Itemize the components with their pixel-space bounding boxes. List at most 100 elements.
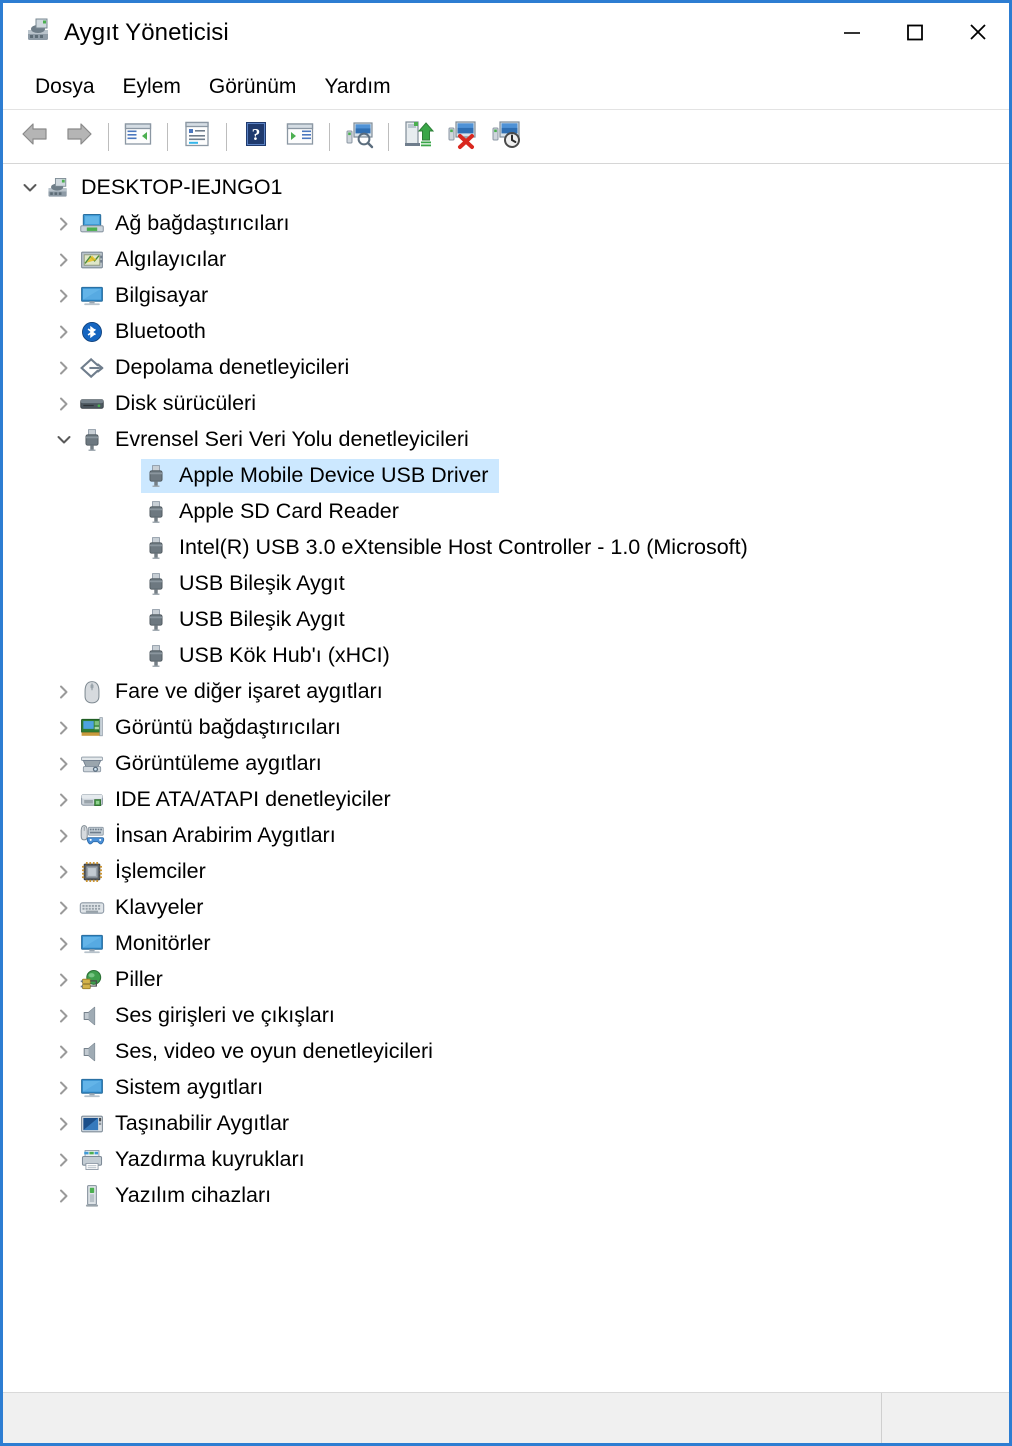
tree-item-content[interactable]: Monitörler (77, 927, 222, 961)
tree-item-content[interactable]: DESKTOP-IEJNGO1 (43, 171, 294, 205)
tree-item[interactable]: Yazılım cihazları (3, 1178, 1009, 1214)
tree-item[interactable]: Depolama denetleyicileri (3, 350, 1009, 386)
tree-item-content[interactable]: Bilgisayar (77, 279, 219, 313)
tree-item[interactable]: IDE ATA/ATAPI denetleyiciler (3, 782, 1009, 818)
tree-item[interactable]: Görüntü bağdaştırıcıları (3, 710, 1009, 746)
tree-item-content[interactable]: Ses girişleri ve çıkışları (77, 999, 346, 1033)
chevron-right-icon[interactable] (51, 359, 77, 377)
uninstall-device-button[interactable] (440, 115, 484, 159)
tree-item-content[interactable]: Yazılım cihazları (77, 1179, 282, 1213)
chevron-down-icon[interactable] (51, 431, 77, 449)
tree-item[interactable]: Bluetooth (3, 314, 1009, 350)
chevron-right-icon[interactable] (51, 755, 77, 773)
tree-item-content[interactable]: Klavyeler (77, 891, 214, 925)
tree-item[interactable]: Apple SD Card Reader (3, 494, 1009, 530)
chevron-right-icon[interactable] (51, 971, 77, 989)
tree-item-content[interactable]: Yazdırma kuyrukları (77, 1143, 316, 1177)
chevron-right-icon[interactable] (51, 1115, 77, 1133)
tree-item[interactable]: Sistem aygıtları (3, 1070, 1009, 1106)
tree-item-content[interactable]: İşlemciler (77, 855, 217, 889)
tree-item[interactable]: Bilgisayar (3, 278, 1009, 314)
tree-item[interactable]: USB Kök Hub'ı (xHCI) (3, 638, 1009, 674)
tree-item[interactable]: Klavyeler (3, 890, 1009, 926)
menu-item-gorunum[interactable]: Görünüm (195, 71, 311, 103)
chevron-right-icon[interactable] (51, 215, 77, 233)
chevron-right-icon[interactable] (51, 935, 77, 953)
chevron-right-icon[interactable] (51, 1079, 77, 1097)
chevron-right-icon[interactable] (51, 827, 77, 845)
chevron-right-icon[interactable] (51, 863, 77, 881)
tree-item[interactable]: Görüntüleme aygıtları (3, 746, 1009, 782)
tree-item[interactable]: Ses, video ve oyun denetleyicileri (3, 1034, 1009, 1070)
tree-item-selected[interactable]: Apple Mobile Device USB Driver (141, 459, 500, 493)
tree-item-content[interactable]: Ağ bağdaştırıcıları (77, 207, 300, 241)
tree-item-content[interactable]: Evrensel Seri Veri Yolu denetleyicileri (77, 423, 480, 457)
chevron-right-icon[interactable] (51, 1187, 77, 1205)
tree-item-content[interactable]: Taşınabilir Aygıtlar (77, 1107, 300, 1141)
tree-item[interactable]: USB Bileşik Aygıt (3, 566, 1009, 602)
tree-item[interactable]: Evrensel Seri Veri Yolu denetleyicileri (3, 422, 1009, 458)
back-button[interactable] (13, 115, 57, 159)
tree-item[interactable]: İnsan Arabirim Aygıtları (3, 818, 1009, 854)
tree-item-content[interactable]: Disk sürücüleri (77, 387, 267, 421)
tree-item[interactable]: Disk sürücüleri (3, 386, 1009, 422)
tree-item-content[interactable]: Algılayıcılar (77, 243, 237, 277)
tree-item[interactable]: USB Bileşik Aygıt (3, 602, 1009, 638)
show-hide-action-pane-button[interactable] (278, 115, 322, 159)
tree-item-content[interactable]: Intel(R) USB 3.0 eXtensible Host Control… (141, 531, 759, 565)
tree-item-content[interactable]: IDE ATA/ATAPI denetleyiciler (77, 783, 402, 817)
menu-item-dosya[interactable]: Dosya (21, 71, 109, 103)
minimize-button[interactable] (820, 3, 883, 61)
tree-item[interactable]: Apple Mobile Device USB Driver (3, 458, 1009, 494)
disable-device-button[interactable] (484, 115, 528, 159)
properties-button[interactable] (175, 115, 219, 159)
tree-item-content[interactable]: Ses, video ve oyun denetleyicileri (77, 1035, 444, 1069)
chevron-right-icon[interactable] (51, 395, 77, 413)
tree-item-content[interactable]: Fare ve diğer işaret aygıtları (77, 675, 394, 709)
tree-item-content[interactable]: Görüntü bağdaştırıcıları (77, 711, 352, 745)
tree-item[interactable]: Intel(R) USB 3.0 eXtensible Host Control… (3, 530, 1009, 566)
tree-item-content[interactable]: Piller (77, 963, 174, 997)
menu-item-yardim[interactable]: Yardım (310, 71, 404, 103)
tree-item-content[interactable]: Apple SD Card Reader (141, 495, 410, 529)
update-driver-button[interactable] (396, 115, 440, 159)
chevron-right-icon[interactable] (51, 287, 77, 305)
chevron-down-icon[interactable] (17, 179, 43, 197)
tree-item-content[interactable]: Bluetooth (77, 315, 217, 349)
tree-item-content[interactable]: USB Bileşik Aygıt (141, 603, 356, 637)
help-button[interactable]: ? (234, 115, 278, 159)
device-tree[interactable]: DESKTOP-IEJNGO1 Ağ bağdaştırıcıları Algı… (3, 164, 1009, 1383)
chevron-right-icon[interactable] (51, 899, 77, 917)
tree-item-content[interactable]: Görüntüleme aygıtları (77, 747, 333, 781)
tree-item[interactable]: Ağ bağdaştırıcıları (3, 206, 1009, 242)
tree-item[interactable]: Yazdırma kuyrukları (3, 1142, 1009, 1178)
tree-item-content[interactable]: USB Bileşik Aygıt (141, 567, 356, 601)
show-hide-console-tree-button[interactable] (116, 115, 160, 159)
tree-item[interactable]: Monitörler (3, 926, 1009, 962)
scan-hardware-changes-button[interactable] (337, 115, 381, 159)
tree-item[interactable]: DESKTOP-IEJNGO1 (3, 170, 1009, 206)
chevron-right-icon[interactable] (51, 719, 77, 737)
chevron-right-icon[interactable] (51, 323, 77, 341)
maximize-button[interactable] (883, 3, 946, 61)
tree-item[interactable]: Ses girişleri ve çıkışları (3, 998, 1009, 1034)
chevron-right-icon[interactable] (51, 791, 77, 809)
tree-item[interactable]: Taşınabilir Aygıtlar (3, 1106, 1009, 1142)
tree-item-content[interactable]: İnsan Arabirim Aygıtları (77, 819, 347, 853)
tree-item-content[interactable]: Sistem aygıtları (77, 1071, 274, 1105)
forward-button[interactable] (57, 115, 101, 159)
chevron-right-icon[interactable] (51, 683, 77, 701)
chevron-right-icon[interactable] (51, 1007, 77, 1025)
chevron-right-icon[interactable] (51, 1151, 77, 1169)
tree-item[interactable]: İşlemciler (3, 854, 1009, 890)
tree-item-content[interactable]: Depolama denetleyicileri (77, 351, 360, 385)
tree-item[interactable]: Fare ve diğer işaret aygıtları (3, 674, 1009, 710)
chevron-right-icon[interactable] (51, 1043, 77, 1061)
chevron-right-icon[interactable] (51, 251, 77, 269)
tree-item-content[interactable]: USB Kök Hub'ı (xHCI) (141, 639, 401, 673)
menu-item-eylem[interactable]: Eylem (109, 71, 195, 103)
tree-item[interactable]: Piller (3, 962, 1009, 998)
tree-item[interactable]: Algılayıcılar (3, 242, 1009, 278)
close-button[interactable] (946, 3, 1009, 61)
properties-icon (182, 119, 212, 154)
